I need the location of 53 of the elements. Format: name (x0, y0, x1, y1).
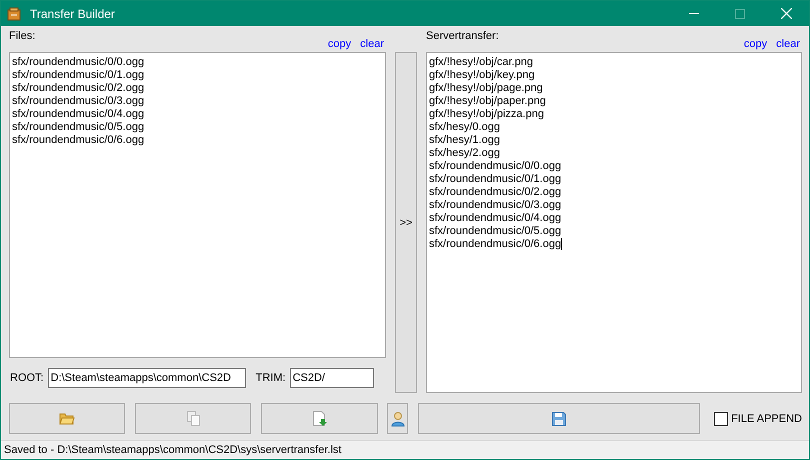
close-icon (780, 8, 792, 19)
servertransfer-label: Servertransfer: (426, 30, 500, 42)
root-field[interactable]: D:\Steam\steamapps\common\CS2D (48, 368, 246, 388)
list-item[interactable]: sfx/roundendmusic/0/5.ogg (12, 121, 144, 134)
text-link[interactable]: clear (360, 38, 384, 50)
list-item[interactable]: sfx/roundendmusic/0/3.ogg (429, 199, 562, 212)
list-item[interactable]: sfx/roundendmusic/0/1.ogg (12, 69, 144, 82)
list-item[interactable]: gfx/!hesy!/obj/key.png (429, 69, 535, 82)
checkbox[interactable] (714, 412, 728, 426)
text-link[interactable]: copy (744, 38, 768, 50)
text-link[interactable]: clear (776, 38, 800, 50)
trim-label: TRIM: (256, 372, 286, 384)
user-icon (390, 410, 405, 426)
list-item[interactable]: sfx/hesy/2.ogg (429, 147, 500, 160)
transfer-button[interactable]: >> (395, 52, 417, 393)
copy-button[interactable] (135, 403, 252, 434)
status-bar: Saved to - D:\Steam\steamapps\common\CS2D\sys\servertransfer.lst (1, 440, 809, 459)
list-item[interactable]: gfx/!hesy!/obj/page.png (429, 82, 543, 95)
list-item[interactable]: sfx/roundendmusic/0/5.ogg (429, 225, 562, 238)
text-link[interactable]: copy (328, 38, 352, 50)
user-button[interactable] (386, 403, 408, 434)
list-item[interactable]: gfx/!hesy!/obj/pizza.png (429, 108, 544, 121)
root-label: ROOT: (10, 372, 44, 384)
checkbox-label: FILE APPEND (731, 412, 802, 424)
list-item[interactable]: sfx/roundendmusic/0/4.ogg (12, 108, 144, 121)
save-button[interactable] (418, 403, 700, 434)
list-item[interactable]: sfx/hesy/0.ogg (429, 121, 500, 134)
folder-icon (59, 412, 76, 425)
list-item[interactable]: sfx/roundendmusic/0/2.ogg (429, 186, 562, 199)
app-icon (7, 6, 21, 20)
list-item[interactable]: sfx/roundendmusic/0/2.ogg (12, 82, 144, 95)
list-item[interactable]: sfx/hesy/1.ogg (429, 134, 500, 147)
export-button[interactable] (261, 403, 378, 434)
save-icon (552, 412, 566, 426)
copy-icon (186, 411, 200, 426)
list-item[interactable]: gfx/!hesy!/obj/car.png (429, 56, 533, 69)
files-list[interactable]: sfx/roundendmusic/0/0.ogg sfx/roundendmusic/0/1.ogg sfx/roundendmusic/0/2.ogg sfx/roundendmusic/0/3.ogg sfx/roundendmusic/0/4.ogg sfx/roundendmusic/0/5.ogg sfx/roundendmusic/0/6.ogg (9, 52, 386, 358)
maximize-icon (735, 8, 745, 18)
servertransfer-list[interactable] (426, 52, 802, 393)
document-download-icon (312, 410, 327, 426)
minimize-icon (689, 13, 699, 14)
list-item[interactable]: sfx/roundendmusic/0/0.ogg (12, 56, 144, 69)
open-button[interactable] (9, 403, 126, 434)
trim-field[interactable]: CS2D/ (290, 368, 374, 388)
list-item[interactable]: sfx/roundendmusic/0/6.ogg (429, 238, 562, 251)
list-item[interactable]: sfx/roundendmusic/0/1.ogg (429, 173, 562, 186)
list-item[interactable]: sfx/roundendmusic/0/4.ogg (429, 212, 562, 225)
list-item[interactable]: sfx/roundendmusic/0/6.ogg (12, 134, 144, 147)
list-item[interactable]: gfx/!hesy!/obj/paper.png (429, 95, 546, 108)
list-item[interactable]: sfx/roundendmusic/0/3.ogg (12, 95, 144, 108)
files-label: Files: (9, 30, 36, 42)
window-title: Transfer Builder (30, 6, 116, 20)
list-item[interactable]: sfx/roundendmusic/0/0.ogg (429, 160, 562, 173)
